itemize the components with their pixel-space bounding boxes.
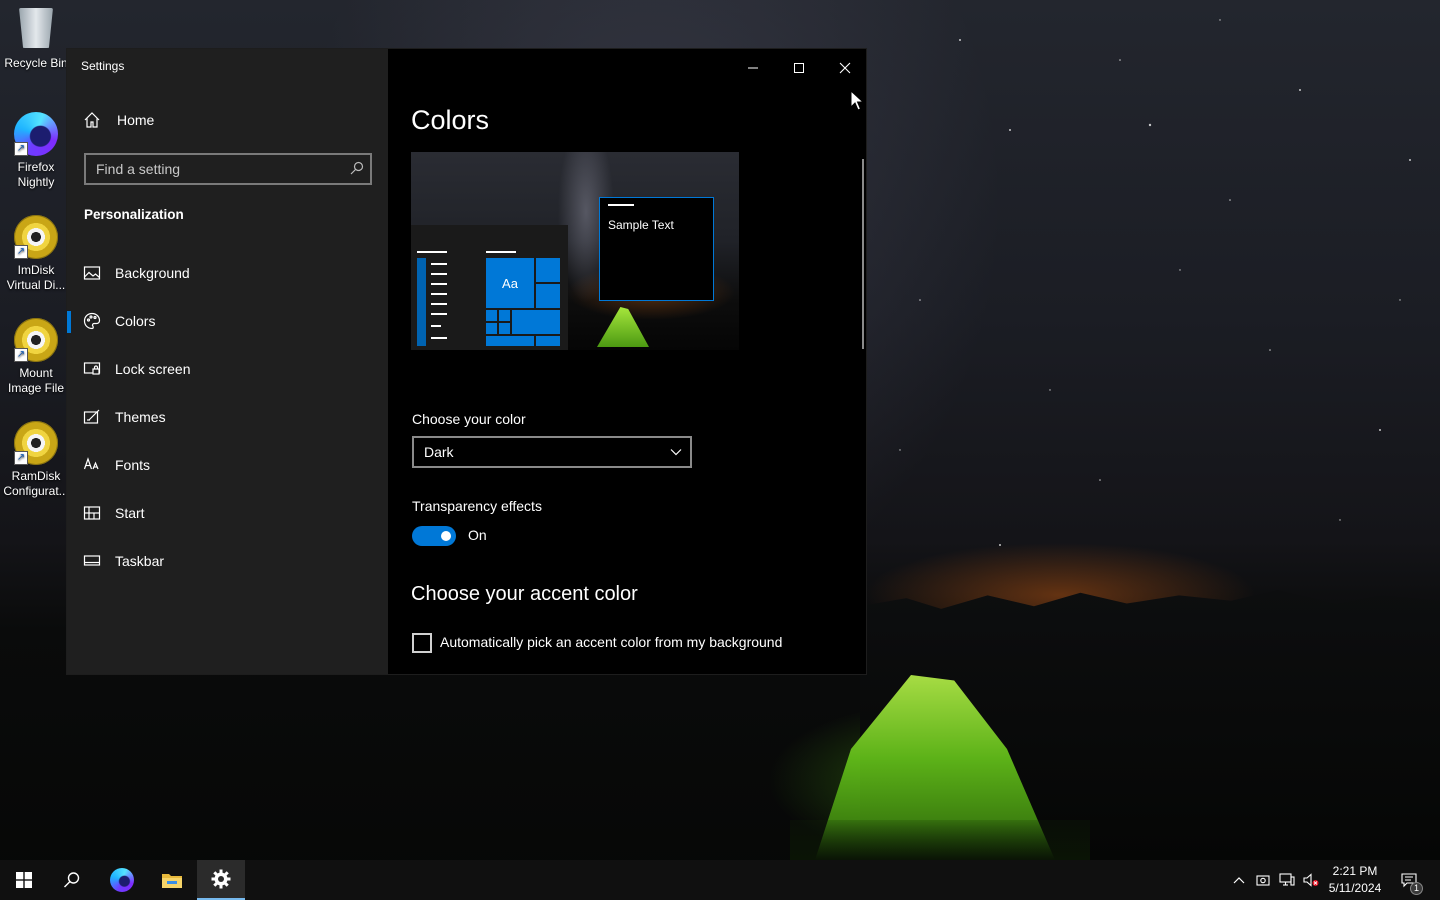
taskbar: 2:21 PM 5/11/2024 1 xyxy=(0,860,1440,900)
start-button[interactable] xyxy=(0,860,48,900)
choose-color-value: Dark xyxy=(424,444,454,460)
tray-volume[interactable] xyxy=(1300,860,1322,900)
settings-window: Settings Home Personalization Background xyxy=(66,48,867,675)
home-icon xyxy=(84,112,100,128)
choose-color-dropdown[interactable]: Dark xyxy=(412,436,692,468)
nav-item-start[interactable]: Start xyxy=(67,489,388,537)
desktop-icon-mount-image-file[interactable]: ↗ Mount Image File xyxy=(0,318,72,396)
nav-item-taskbar[interactable]: Taskbar xyxy=(67,537,388,585)
palette-icon xyxy=(83,312,101,330)
search-icon xyxy=(350,161,364,175)
firefox-nightly-icon: ↗ xyxy=(14,112,58,156)
wallpaper-grass xyxy=(790,820,1090,860)
disc-icon: ↗ xyxy=(14,318,58,362)
nav-item-colors[interactable]: Colors xyxy=(67,297,388,345)
shortcut-arrow-icon: ↗ xyxy=(14,245,28,259)
chevron-up-icon xyxy=(1233,877,1245,884)
preview-tiles: Aa xyxy=(486,258,562,346)
start-icon xyxy=(83,506,101,520)
picture-icon xyxy=(83,266,101,280)
firefox-nightly-icon xyxy=(110,868,134,892)
preview-tile-text: Aa xyxy=(486,258,534,308)
gear-icon xyxy=(211,869,231,889)
search-icon xyxy=(64,872,80,888)
desktop-icon-label: Firefox Nightly xyxy=(17,160,55,189)
choose-color-label: Choose your color xyxy=(412,411,526,427)
show-hidden-icons-button[interactable] xyxy=(1228,860,1250,900)
notification-count-badge: 1 xyxy=(1410,882,1423,895)
themes-icon xyxy=(83,409,100,424)
tray-meet-now[interactable] xyxy=(1252,860,1274,900)
section-title: Personalization xyxy=(84,207,184,222)
home-link[interactable]: Home xyxy=(83,111,154,129)
page-title: Colors xyxy=(411,105,490,135)
tray-network[interactable] xyxy=(1276,860,1298,900)
fonts-icon xyxy=(83,457,99,470)
taskbar-search-button[interactable] xyxy=(48,860,96,900)
nav-item-label: Background xyxy=(115,265,190,281)
taskbar-settings[interactable] xyxy=(197,860,245,900)
chevron-down-icon xyxy=(670,449,682,456)
shortcut-arrow-icon: ↗ xyxy=(14,451,28,465)
desktop-icon-ramdisk[interactable]: ↗ RamDisk Configurat... xyxy=(0,421,72,499)
shortcut-arrow-icon: ↗ xyxy=(14,348,28,362)
desktop-icon-firefox-nightly[interactable]: ↗ Firefox Nightly xyxy=(0,112,72,190)
shortcut-arrow-icon: ↗ xyxy=(14,142,28,156)
disc-icon: ↗ xyxy=(14,215,58,259)
desktop-icon-recycle-bin[interactable]: Recycle Bin xyxy=(0,8,72,71)
settings-nav-pane: Settings Home Personalization Background xyxy=(67,49,388,674)
recycle-bin-icon xyxy=(14,8,58,52)
home-label: Home xyxy=(117,112,155,128)
content-scrollbar[interactable] xyxy=(862,159,864,349)
transparency-state: On xyxy=(468,527,487,543)
transparency-toggle[interactable] xyxy=(412,526,456,546)
preview-tent xyxy=(597,307,649,347)
disc-icon: ↗ xyxy=(14,421,58,465)
folder-icon xyxy=(162,874,182,888)
nav-list: Background Colors Lock screen Themes Fon… xyxy=(67,249,388,585)
desktop-icon-label: ImDisk Virtual Di... xyxy=(6,263,66,292)
window-title: Settings xyxy=(81,59,125,73)
windows-logo-icon xyxy=(16,872,32,888)
nav-item-label: Themes xyxy=(115,409,166,425)
nav-item-themes[interactable]: Themes xyxy=(67,393,388,441)
auto-accent-label: Automatically pick an accent color from … xyxy=(440,634,783,650)
volume-muted-icon xyxy=(1303,873,1319,887)
nav-item-label: Taskbar xyxy=(115,553,165,569)
desktop-icon-label: Recycle Bin xyxy=(4,56,68,70)
desktop-icon-label: RamDisk Configurat... xyxy=(3,469,69,498)
nav-item-label: Lock screen xyxy=(115,361,191,377)
auto-accent-checkbox[interactable] xyxy=(412,633,432,653)
action-center-button[interactable]: 1 xyxy=(1392,860,1426,900)
color-preview: Aa Sample Text xyxy=(411,152,739,350)
camera-icon xyxy=(1256,875,1270,886)
lock-screen-icon xyxy=(83,362,101,375)
taskbar-clock[interactable]: 2:21 PM 5/11/2024 xyxy=(1322,863,1388,897)
taskbar-file-explorer[interactable] xyxy=(148,860,196,900)
preview-start-menu: Aa xyxy=(411,225,568,350)
taskbar-icon xyxy=(83,555,101,566)
preview-window: Sample Text xyxy=(599,197,714,301)
colors-content-pane: Colors Aa Sample Text Choose your color … xyxy=(388,49,868,674)
nav-item-label: Start xyxy=(115,505,145,521)
transparency-label: Transparency effects xyxy=(412,498,542,514)
network-icon xyxy=(1279,873,1295,886)
nav-item-fonts[interactable]: Fonts xyxy=(67,441,388,489)
nav-item-label: Fonts xyxy=(115,457,151,473)
desktop-icon-imdisk[interactable]: ↗ ImDisk Virtual Di... xyxy=(0,215,72,293)
desktop-icon-label: Mount Image File xyxy=(7,366,65,395)
nav-item-background[interactable]: Background xyxy=(67,249,388,297)
preview-sample-text: Sample Text xyxy=(608,218,674,232)
accent-color-title: Choose your accent color xyxy=(411,583,638,605)
mouse-cursor-icon xyxy=(850,90,864,111)
clock-date: 5/11/2024 xyxy=(1328,881,1382,895)
taskbar-firefox-nightly[interactable] xyxy=(98,860,146,900)
nav-item-lock-screen[interactable]: Lock screen xyxy=(67,345,388,393)
find-setting-input[interactable] xyxy=(84,153,372,185)
clock-time: 2:21 PM xyxy=(1332,864,1378,878)
nav-item-label: Colors xyxy=(115,313,156,329)
